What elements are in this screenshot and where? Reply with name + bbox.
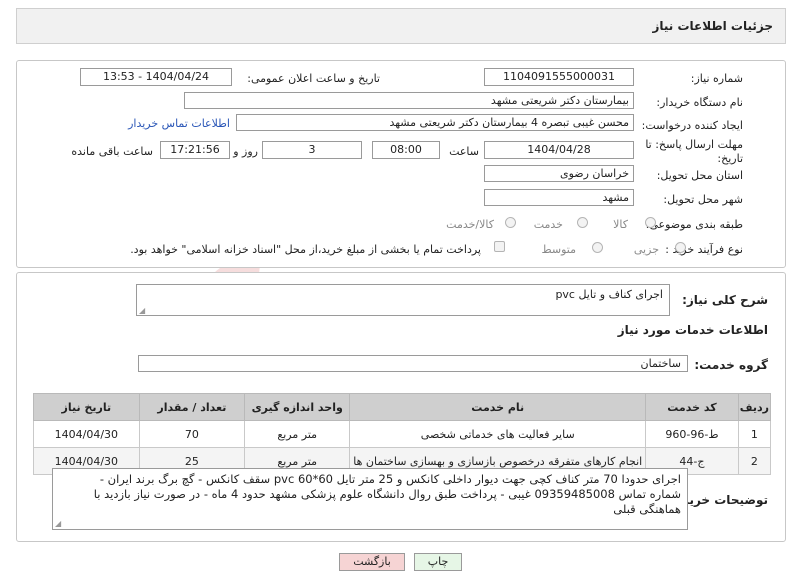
remaining-time-field[interactable]: 17:21:56	[160, 141, 230, 159]
purchase-radio-minor[interactable]	[675, 242, 686, 253]
category-radio-service[interactable]	[577, 217, 588, 228]
province-field[interactable]: خراسان رضوی	[484, 165, 634, 182]
services-table: ردیف کد خدمت نام خدمت واحد اندازه گیری ت…	[33, 393, 772, 475]
services-section-title: اطلاعات خدمات مورد نیاز	[617, 323, 768, 337]
city-label: شهر محل تحویل:	[663, 193, 743, 206]
category-radio-goods-service[interactable]	[505, 217, 516, 228]
service-unit: متر مربع	[244, 420, 351, 448]
creator-field[interactable]: محسن غیبی تبصره 4 بیمارستان دکتر شریعتی …	[236, 114, 634, 131]
service-name: سایر فعالیت های خدماتی شخصی	[349, 420, 647, 448]
buyer-notes-textarea[interactable]: اجرای حدودا 70 متر کناف کچی جهت دیوار دا…	[52, 468, 688, 530]
remaining-label: ساعت باقی مانده	[71, 145, 153, 158]
creator-label: ایجاد کننده درخواست:	[641, 119, 743, 132]
col-unit-header: واحد اندازه گیری	[244, 393, 351, 421]
back-button[interactable]: بازگشت	[339, 553, 405, 571]
buyer-notes-line: اجرای حدودا 70 متر کناف کچی جهت دیوار دا…	[99, 472, 681, 486]
row-number: 1	[737, 420, 772, 448]
deadline-time-field[interactable]: 08:00	[372, 141, 440, 159]
print-button[interactable]: چاپ	[414, 553, 462, 571]
col-row-header: ردیف	[737, 393, 772, 421]
category-option-goods: کالا	[613, 218, 628, 231]
table-row[interactable]: 1 ط-96-960 سایر فعالیت های خدماتی شخصی م…	[33, 420, 772, 448]
treasury-payment-checkbox[interactable]	[494, 241, 505, 252]
col-code-header: کد خدمت	[645, 393, 739, 421]
page-header: جزئیات اطلاعات نیاز	[16, 8, 786, 44]
resize-handle-icon[interactable]: ◢	[139, 306, 145, 315]
purchase-option-minor: جزیی	[633, 243, 659, 256]
deadline-label: مهلت ارسال پاسخ: تا تاریخ:	[645, 138, 743, 165]
service-group-field[interactable]: ساختمان	[138, 355, 688, 372]
category-option-service: خدمت	[533, 218, 563, 231]
buyer-contact-link[interactable]: اطلاعات تماس خریدار	[128, 117, 230, 130]
treasury-payment-note: پرداخت تمام یا بخشی از مبلغ خرید،از محل …	[130, 243, 481, 256]
purchase-radio-medium[interactable]	[592, 242, 603, 253]
buyer-notes-line: شماره تماس 09359485008 غیبی - پرداخت طبق…	[93, 487, 681, 501]
page-title: جزئیات اطلاعات نیاز	[652, 19, 773, 33]
service-code: ط-96-960	[645, 420, 739, 448]
service-qty: 70	[138, 420, 246, 448]
need-number-field[interactable]: 1104091555000031	[484, 68, 634, 86]
summary-label: شرح کلی نیاز:	[682, 293, 768, 307]
col-date-header: تاریخ نیاز	[33, 393, 140, 421]
province-label: استان محل تحویل:	[656, 169, 743, 182]
service-group-label: گروه خدمت:	[694, 358, 768, 372]
category-label: طبقه بندی موضوعی:	[645, 218, 743, 231]
resize-handle-icon[interactable]: ◢	[55, 519, 61, 528]
days-label: روز و	[233, 145, 258, 158]
buyer-org-field[interactable]: بیمارستان دکتر شریعتی مشهد	[184, 92, 634, 109]
announce-label: تاریخ و ساعت اعلان عمومی:	[247, 72, 380, 85]
row-number: 2	[737, 447, 772, 475]
service-date: 1404/04/30	[33, 420, 140, 448]
deadline-date-field[interactable]: 1404/04/28	[484, 141, 634, 159]
col-qty-header: تعداد / مقدار	[138, 393, 246, 421]
category-radio-goods[interactable]	[645, 217, 656, 228]
city-field[interactable]: مشهد	[484, 189, 634, 206]
days-field[interactable]: 3	[262, 141, 362, 159]
table-header-row: ردیف کد خدمت نام خدمت واحد اندازه گیری ت…	[33, 393, 772, 421]
announce-field[interactable]: 1404/04/24 - 13:53	[80, 68, 232, 86]
purchase-option-medium: متوسط	[541, 243, 576, 256]
need-number-label: شماره نیاز:	[690, 72, 743, 85]
deadline-time-label: ساعت	[449, 145, 479, 158]
col-name-header: نام خدمت	[349, 393, 647, 421]
buyer-org-label: نام دستگاه خریدار:	[656, 96, 743, 109]
buyer-notes-line: هماهنگی قبلی	[613, 502, 681, 516]
summary-textarea[interactable]: اجرای کناف و تایل pvc	[136, 284, 670, 316]
category-option-goods-service: کالا/خدمت	[446, 218, 494, 231]
